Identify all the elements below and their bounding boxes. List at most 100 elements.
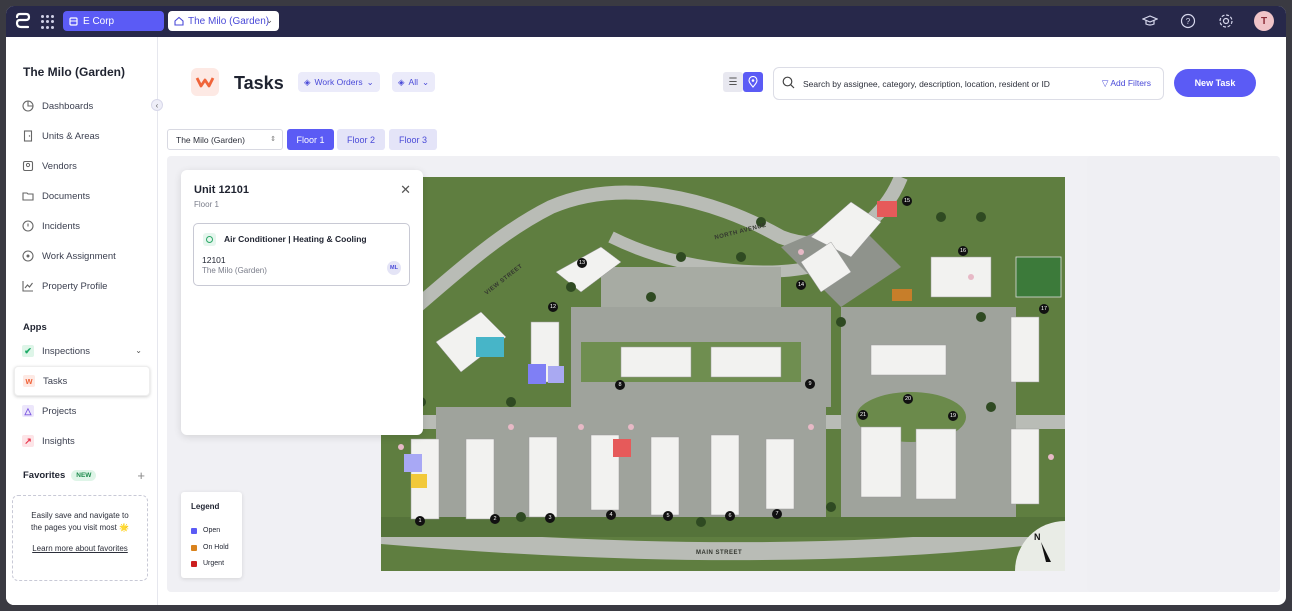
- add-filters-button[interactable]: ▽ Add Filters: [1102, 78, 1151, 89]
- sidebar-item-label: Units & Areas: [42, 130, 100, 142]
- sidebar-item-property-profile[interactable]: Property Profile: [14, 271, 150, 301]
- legend-title: Legend: [191, 502, 220, 511]
- app-item-label: Projects: [42, 405, 77, 417]
- settings-gear-icon[interactable]: [1216, 11, 1236, 31]
- collapse-sidebar-icon[interactable]: ‹: [151, 99, 163, 111]
- app-item-inspections[interactable]: ✔ Inspections ⌄: [14, 336, 150, 366]
- tasks-app-icon: [191, 68, 219, 96]
- legend-label: On Hold: [203, 544, 229, 551]
- help-icon[interactable]: ?: [1178, 11, 1198, 31]
- app-item-tasks[interactable]: w Tasks: [14, 366, 150, 396]
- alert-icon: [22, 220, 34, 232]
- sidebar: The Milo (Garden) ‹ Dashboards Units & A…: [6, 37, 163, 605]
- app-item-insights[interactable]: ↗ Insights: [14, 426, 150, 456]
- sidebar-nav: Dashboards Units & Areas Vendors Documen…: [14, 91, 150, 301]
- apps-list: ✔ Inspections ⌄ w Tasks △ Projects ↗ Ins…: [14, 336, 150, 456]
- building-marker[interactable]: 9: [805, 379, 815, 389]
- list-view-icon[interactable]: ☰: [723, 72, 743, 92]
- vendor-icon: [22, 160, 34, 172]
- app-grid-icon[interactable]: [41, 15, 55, 29]
- property-switcher[interactable]: The Milo (Garden) ⌄: [168, 11, 279, 31]
- work-order-property: The Milo (Garden): [202, 266, 267, 275]
- building-marker[interactable]: 12: [548, 302, 558, 312]
- unit-title: Unit 12101: [194, 184, 250, 196]
- building-marker[interactable]: 7: [772, 509, 782, 519]
- building-marker[interactable]: 20: [903, 394, 913, 404]
- building-marker[interactable]: 19: [948, 411, 958, 421]
- sidebar-item-vendors[interactable]: Vendors: [14, 151, 150, 181]
- site-map[interactable]: NORTH AVENUE MAIN STREET VIEW STREET N 1…: [381, 177, 1065, 571]
- sidebar-item-dashboards[interactable]: Dashboards: [14, 91, 150, 121]
- chevron-down-icon: ⌄: [422, 76, 430, 87]
- dashboard-icon: [22, 100, 34, 112]
- tab-floor-3[interactable]: Floor 3: [389, 129, 437, 150]
- property-select[interactable]: The Milo (Garden) ⇕: [167, 129, 283, 150]
- view-toggle: ☰: [723, 72, 763, 92]
- building-marker[interactable]: 13: [577, 258, 587, 268]
- layers-icon: ◈: [398, 76, 405, 87]
- building-marker[interactable]: 14: [796, 280, 806, 290]
- close-icon[interactable]: ✕: [400, 182, 411, 198]
- map-view-icon[interactable]: [743, 72, 763, 92]
- projects-icon: △: [22, 405, 34, 417]
- right-panel: [1087, 156, 1280, 592]
- assignment-icon: [22, 250, 34, 262]
- scope-filter[interactable]: ◈ All ⌄: [392, 72, 436, 92]
- chevron-down-icon[interactable]: ⌄: [135, 346, 142, 355]
- app-window: E Corp The Milo (Garden) ⌄ ? T The Milo …: [6, 6, 1286, 605]
- app-item-label: Insights: [42, 435, 75, 447]
- user-avatar[interactable]: T: [1254, 11, 1274, 31]
- building-marker[interactable]: 16: [958, 246, 968, 256]
- favorites-header: Favorites NEW +: [23, 468, 145, 483]
- org-switcher[interactable]: E Corp: [63, 11, 164, 31]
- legend-label: Urgent: [203, 560, 225, 567]
- sidebar-property-title: The Milo (Garden): [23, 65, 125, 79]
- sidebar-item-incidents[interactable]: Incidents: [14, 211, 150, 241]
- building-marker[interactable]: 4: [606, 510, 616, 520]
- building-marker[interactable]: 1: [415, 516, 425, 526]
- building-marker[interactable]: 15: [902, 196, 912, 206]
- building-marker[interactable]: 17: [1039, 304, 1049, 314]
- sidebar-item-units-areas[interactable]: Units & Areas: [14, 121, 150, 151]
- street-label-main: MAIN STREET: [696, 550, 743, 556]
- page-title: Tasks: [234, 73, 284, 93]
- search-bar[interactable]: Search by assignee, category, descriptio…: [773, 67, 1164, 100]
- building-marker[interactable]: 5: [663, 511, 673, 521]
- sidebar-item-label: Vendors: [42, 160, 77, 172]
- sidebar-item-label: Documents: [42, 190, 91, 202]
- new-badge: NEW: [71, 470, 97, 481]
- top-right-actions: ? T: [1140, 11, 1274, 31]
- property-select-value: The Milo (Garden): [176, 134, 245, 145]
- sidebar-item-work-assignment[interactable]: Work Assignment: [14, 241, 150, 271]
- building-icon: [69, 16, 78, 26]
- building-marker[interactable]: 3: [545, 513, 555, 523]
- legend-item-urgent: Urgent: [191, 560, 224, 567]
- add-favorite-icon[interactable]: +: [137, 468, 145, 483]
- app-item-projects[interactable]: △ Projects: [14, 396, 150, 426]
- building-marker[interactable]: 8: [615, 380, 625, 390]
- search-icon: [782, 76, 795, 91]
- filter-icon: ▽: [1101, 78, 1109, 88]
- graduation-cap-icon[interactable]: [1140, 11, 1160, 31]
- tab-floor-1[interactable]: Floor 1: [287, 129, 334, 150]
- tasks-icon: w: [23, 375, 35, 387]
- favorites-heading: Favorites: [23, 470, 66, 481]
- unit-floor: Floor 1: [194, 200, 219, 209]
- scope-label: All: [408, 77, 418, 87]
- search-input[interactable]: Search by assignee, category, descriptio…: [803, 79, 1050, 89]
- app-logo-icon[interactable]: [14, 12, 34, 30]
- tab-floor-2[interactable]: Floor 2: [337, 129, 385, 150]
- building-marker[interactable]: 21: [858, 410, 868, 420]
- building-marker[interactable]: 6: [725, 511, 735, 521]
- work-order-card[interactable]: Air Conditioner | Heating & Cooling 1210…: [193, 223, 410, 286]
- building-marker[interactable]: 2: [490, 514, 500, 524]
- add-filters-label: Add Filters: [1110, 78, 1151, 88]
- layers-icon: ◈: [304, 76, 311, 87]
- favorites-learn-more-link[interactable]: Learn more about favorites: [13, 543, 147, 555]
- work-orders-filter[interactable]: ◈ Work Orders ⌄: [298, 72, 380, 92]
- favorites-help-text: Easily save and navigate to the pages yo…: [30, 511, 129, 532]
- folder-icon: [22, 190, 34, 202]
- sidebar-item-documents[interactable]: Documents: [14, 181, 150, 211]
- new-task-button[interactable]: New Task: [1174, 69, 1256, 97]
- insights-icon: ↗: [22, 435, 34, 447]
